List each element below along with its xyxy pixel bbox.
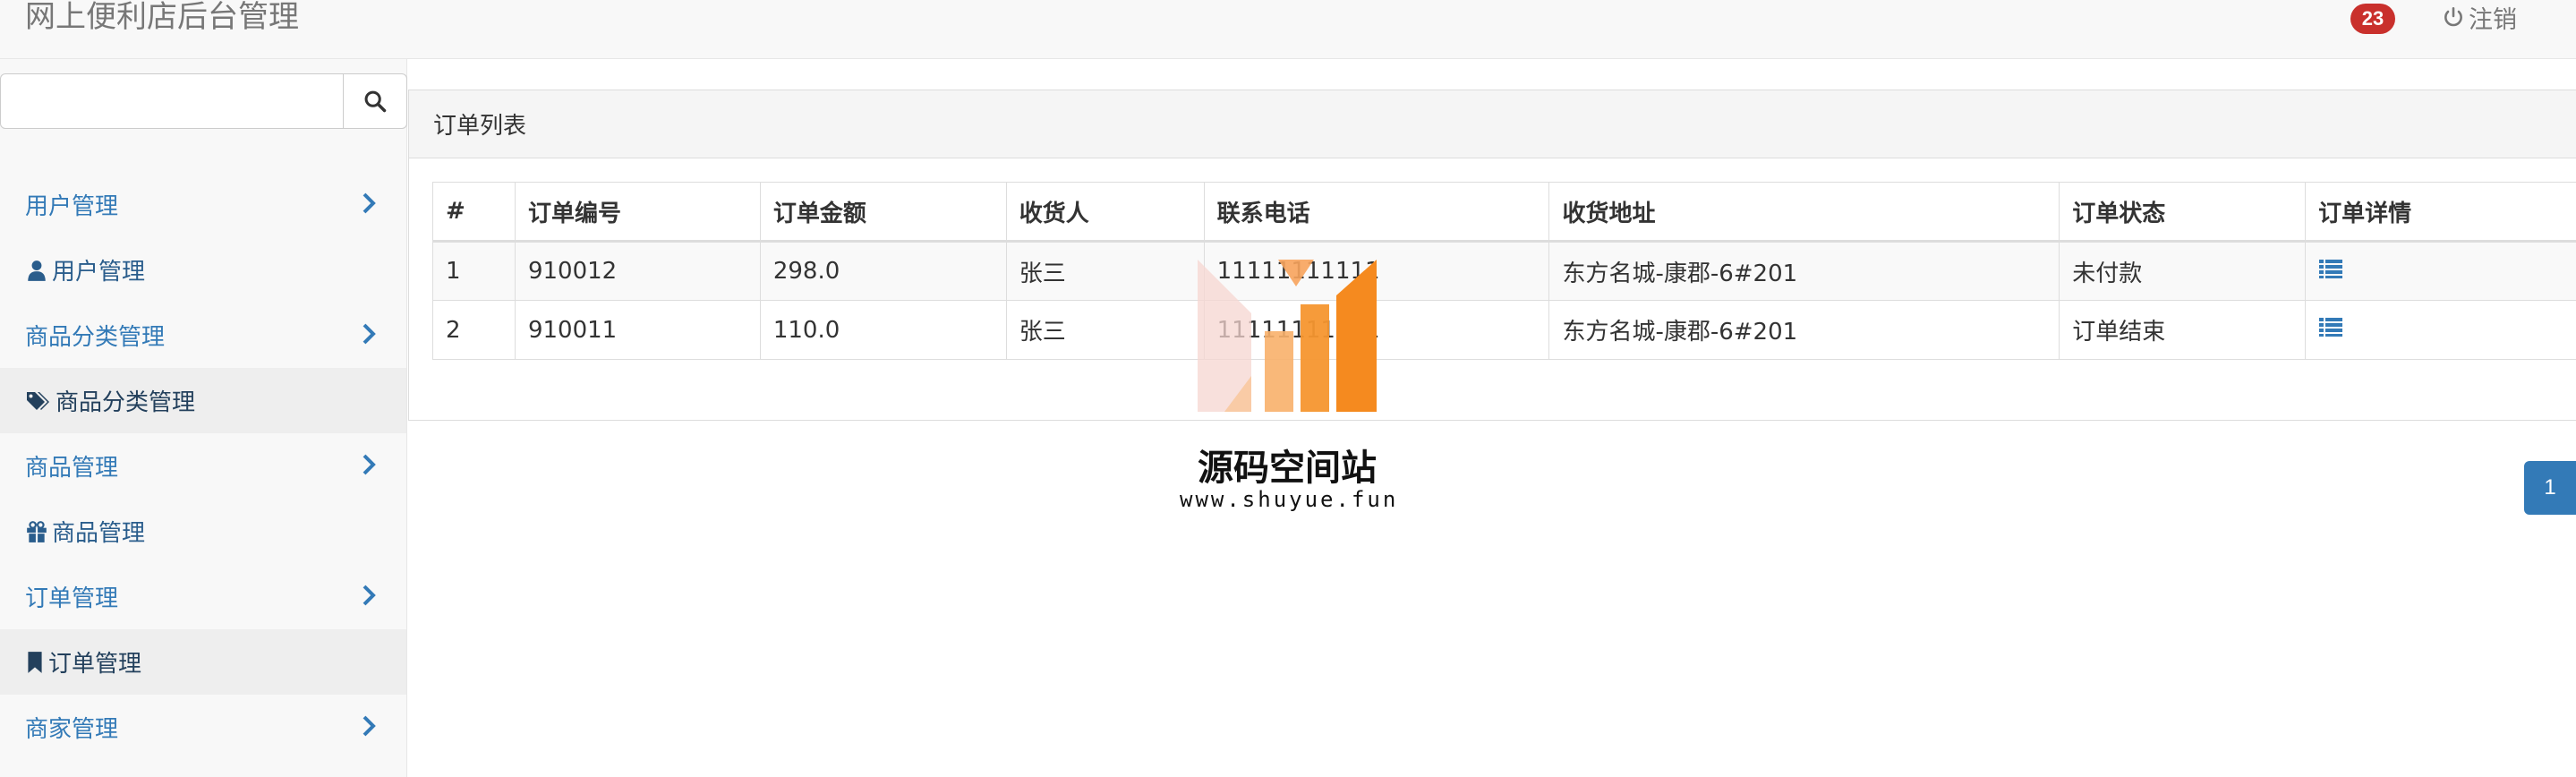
cell-receiver: 张三 <box>1005 300 1205 360</box>
sidebar-item-user-manage[interactable]: 用户管理 <box>0 237 406 303</box>
brand-title[interactable]: 网上便利店后台管理 <box>25 0 299 34</box>
column-header: 订单编号 <box>514 182 761 243</box>
cell-status: 未付款 <box>2059 241 2307 301</box>
column-header: 收货地址 <box>1548 182 2060 243</box>
list-icon[interactable] <box>2318 257 2343 280</box>
cell-index: 2 <box>432 300 516 360</box>
top-navbar: 网上便利店后台管理 23 注销 <box>0 0 2576 59</box>
chevron-right-icon <box>363 323 376 345</box>
cell-detail <box>2305 300 2576 360</box>
sidebar-item-label: 用户管理 <box>52 259 146 286</box>
sidebar-item-goods-group[interactable]: 商品管理 <box>0 433 406 499</box>
search-button[interactable] <box>344 73 407 129</box>
cell-amount: 298.0 <box>759 241 1007 301</box>
sidebar-item-label: 商家管理 <box>25 716 119 743</box>
sidebar-item-label: 商品分类管理 <box>55 389 196 416</box>
notification-badge[interactable]: 23 <box>2350 4 2395 34</box>
cell-order-no: 910011 <box>514 300 761 360</box>
order-table: # 订单编号 订单金额 收货人 联系电话 收货地址 订单状态 订单详情 1 91… <box>432 182 2576 360</box>
table-row: 2 910011 110.0 张三 11111111111 东方名城-康郡-6#… <box>432 300 2576 360</box>
sidebar-item-category-manage[interactable]: 商品分类管理 <box>0 368 406 433</box>
search-input[interactable] <box>0 73 344 129</box>
table-row: 1 910012 298.0 张三 11111111111 东方名城-康郡-6#… <box>432 241 2576 301</box>
sidebar-item-label: 订单管理 <box>25 585 119 612</box>
cell-order-no: 910012 <box>514 241 761 301</box>
logout-label: 注销 <box>2469 5 2517 34</box>
cell-amount: 110.0 <box>759 300 1007 360</box>
cell-detail <box>2305 241 2576 301</box>
watermark-url: www.shuyue.fun <box>1180 487 1399 512</box>
sidebar-item-user-group[interactable]: 用户管理 <box>0 172 406 237</box>
sidebar-item-label: 订单管理 <box>48 651 142 678</box>
table-header-row: # 订单编号 订单金额 收货人 联系电话 收货地址 订单状态 订单详情 <box>432 182 2576 243</box>
sidebar-search <box>0 73 407 129</box>
chevron-right-icon <box>363 585 376 606</box>
chevron-right-icon <box>363 454 376 475</box>
sidebar-item-label: 商品管理 <box>25 455 119 482</box>
sidebar-item-label: 商品分类管理 <box>25 324 166 351</box>
bookmark-icon <box>25 651 45 674</box>
cell-address: 东方名城-康郡-6#201 <box>1548 300 2060 360</box>
sidebar-item-category-group[interactable]: 商品分类管理 <box>0 303 406 368</box>
sidebar: 用户管理 用户管理 商品分类管理 商品分类管理 商品管理 商品管理 订单管理 订… <box>0 59 407 777</box>
power-icon <box>2444 6 2462 27</box>
sidebar-item-order-manage[interactable]: 订单管理 <box>0 629 406 695</box>
list-icon[interactable] <box>2318 315 2343 338</box>
tags-icon <box>25 389 52 413</box>
chevron-right-icon <box>363 192 376 214</box>
cell-receiver: 张三 <box>1005 241 1205 301</box>
panel-title: 订单列表 <box>409 90 2576 158</box>
sidebar-item-label: 商品管理 <box>52 520 146 547</box>
sidebar-item-label: 用户管理 <box>25 193 119 220</box>
gift-icon <box>25 520 48 543</box>
cell-phone: 11111111111 <box>1203 241 1550 301</box>
column-header: 收货人 <box>1005 182 1205 243</box>
pagination-page-1[interactable]: 1 <box>2524 461 2576 515</box>
logout-link[interactable]: 注销 <box>2442 0 2517 34</box>
sidebar-item-merchant-group[interactable]: 商家管理 <box>0 695 406 760</box>
watermark-title: 源码空间站 <box>1198 448 1377 489</box>
column-header: 订单状态 <box>2059 182 2307 243</box>
search-icon <box>364 90 387 113</box>
sidebar-item-order-group[interactable]: 订单管理 <box>0 564 406 629</box>
cell-address: 东方名城-康郡-6#201 <box>1548 241 2060 301</box>
chevron-right-icon <box>363 715 376 737</box>
column-header: 联系电话 <box>1203 182 1550 243</box>
sidebar-item-goods-manage[interactable]: 商品管理 <box>0 499 406 564</box>
column-header: 订单详情 <box>2305 182 2576 243</box>
cell-phone: 11111111111 <box>1203 300 1550 360</box>
user-icon <box>25 259 48 282</box>
cell-status: 订单结束 <box>2059 300 2307 360</box>
order-list-panel: 订单列表 # 订单编号 订单金额 收货人 联系电话 收货地址 订单状态 订单详情… <box>408 90 2576 421</box>
column-header: 订单金额 <box>759 182 1007 243</box>
cell-index: 1 <box>432 241 516 301</box>
column-header: # <box>432 182 516 243</box>
